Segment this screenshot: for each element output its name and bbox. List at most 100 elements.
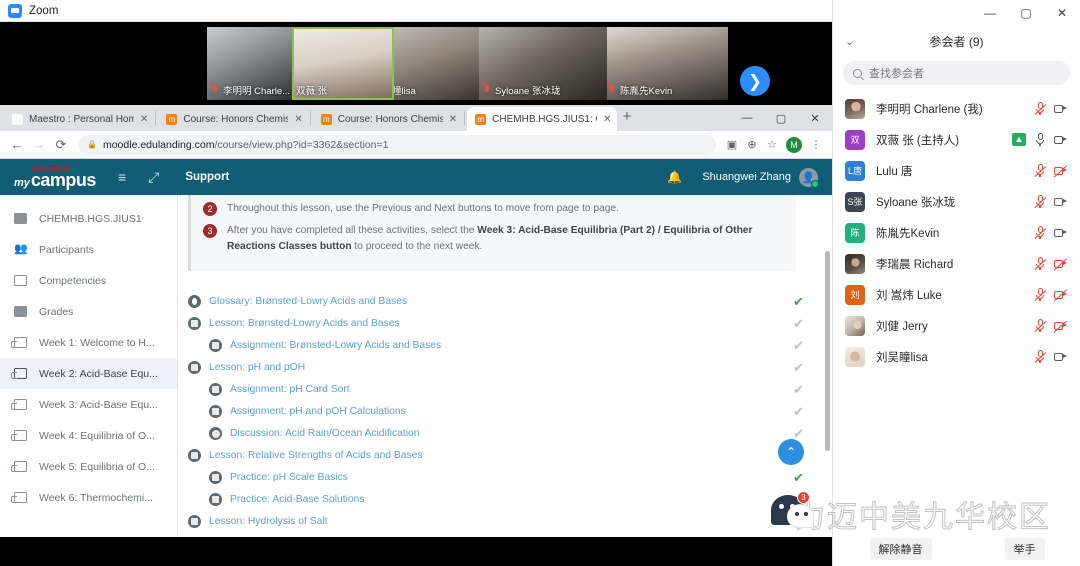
completed-check-icon[interactable]: ✔ [793, 471, 804, 484]
browser-maximize-button[interactable]: ▢ [764, 112, 798, 125]
panel-minimize-button[interactable]: — [972, 6, 1008, 20]
hamburger-menu-icon[interactable]: ≡ [118, 169, 126, 185]
browser-minimize-button[interactable]: — [730, 112, 764, 124]
activity-row[interactable]: Glossary: Brønsted-Lowry Acids and Bases… [188, 291, 804, 313]
expand-arrows-icon[interactable]: ⤢ [148, 169, 159, 186]
sidebar-item-competencies[interactable]: Competencies [0, 265, 177, 296]
new-tab-button[interactable]: + [623, 108, 632, 125]
activity-link[interactable]: Assignment: pH and pOH Calculations [230, 406, 406, 417]
participant-row[interactable]: 刘吴瞳lisa [833, 341, 1080, 372]
mic-muted-icon[interactable] [1034, 257, 1047, 270]
video-tile[interactable]: 李明明 Charle... [207, 27, 292, 100]
incomplete-check-icon[interactable]: ✔ [793, 427, 804, 440]
reload-icon[interactable]: ⟳ [50, 137, 72, 153]
activity-link[interactable]: Discussion: Acid Rain/Ocean Acidificatio… [230, 428, 419, 439]
sidebar-item-week-4-equilibria-of-o[interactable]: Week 4: Equilibria of O... [0, 420, 177, 451]
participant-row[interactable]: 双双薇 张 (主持人) [833, 124, 1080, 155]
incomplete-check-icon[interactable]: ✔ [793, 317, 804, 330]
activity-row[interactable]: Lesson: Brønsted-Lowry Acids and Bases ✔ [188, 313, 804, 335]
activity-row[interactable]: Lesson: Relative Strengths of Acids and … [188, 445, 804, 467]
camera-on-icon[interactable] [1054, 228, 1068, 238]
participant-row[interactable]: L唐 Lulu 唐 [833, 155, 1080, 186]
activity-link[interactable]: Assignment: Brønsted-Lowry Acids and Bas… [230, 340, 441, 351]
participant-row[interactable]: 刘健 Jerry [833, 310, 1080, 341]
gallery-next-page-button[interactable]: ❯ [740, 66, 770, 96]
mic-muted-icon[interactable] [1034, 288, 1047, 301]
raise-hand-button[interactable]: 举手 [1004, 538, 1045, 560]
camera-off-icon[interactable] [1053, 164, 1068, 178]
activity-row[interactable]: Lesson: Hydrolysis of Salt✔ [188, 511, 804, 533]
mic-muted-icon[interactable] [1034, 226, 1047, 239]
activity-row[interactable]: Practice: pH Scale Basics ✔ [188, 467, 804, 489]
activity-link[interactable]: Lesson: Relative Strengths of Acids and … [209, 450, 423, 461]
activity-row[interactable]: Assignment: Brønsted-Lowry Acids and Bas… [188, 335, 804, 357]
activity-link[interactable]: Practice: Acid-Base Solutions [230, 494, 365, 505]
incomplete-check-icon[interactable]: ✔ [793, 339, 804, 352]
user-avatar-icon[interactable]: 👤 [799, 167, 819, 188]
camera-on-icon[interactable] [1054, 197, 1068, 207]
sidebar-item-week-6-thermochemi[interactable]: Week 6: Thermochemi... [0, 482, 177, 513]
camera-off-icon[interactable] [1053, 288, 1068, 302]
camera-off-icon[interactable] [1053, 257, 1068, 271]
incomplete-check-icon[interactable]: ✔ [793, 383, 804, 396]
activity-row[interactable]: Assignment: pH and pOH Calculations ✔ [188, 401, 804, 423]
panel-maximize-button[interactable]: ▢ [1008, 6, 1044, 20]
browser-tab[interactable]: m Course: Honors Chemistry B (✕ [312, 107, 463, 131]
browser-close-button[interactable]: ✕ [798, 112, 832, 125]
sidebar-item-week-1-welcome-to-h[interactable]: Week 1: Welcome to H... [0, 327, 177, 358]
completed-check-icon[interactable]: ✔ [793, 295, 804, 308]
sidebar-item-week-2-acid-base-equ[interactable]: Week 2: Acid-Base Equ... [0, 358, 177, 389]
zoom-search-icon[interactable]: ⊕ [742, 138, 762, 151]
panel-close-button[interactable]: ✕ [1044, 6, 1080, 20]
star-icon[interactable]: ☆ [762, 138, 782, 151]
cast-icon[interactable]: ▣ [722, 138, 742, 151]
back-icon[interactable]: ← [6, 137, 28, 152]
activity-link[interactable]: Glossary: Brønsted-Lowry Acids and Bases [209, 296, 407, 307]
chevron-down-icon[interactable]: ⌄ [845, 35, 854, 48]
unmute-button[interactable]: 解除静音 [869, 538, 932, 560]
tab-close-icon[interactable]: ✕ [449, 114, 457, 125]
address-bar[interactable]: 🔒 moodle.edulanding.com/course/view.php?… [78, 134, 716, 155]
sidebar-item-week-3-acid-base-equ[interactable]: Week 3: Acid-Base Equ... [0, 389, 177, 420]
profile-avatar[interactable]: M [786, 136, 802, 153]
camera-on-icon[interactable] [1054, 135, 1068, 145]
forward-icon[interactable]: → [28, 137, 50, 152]
myvirtualcampus-logo[interactable]: my VIRTUAL campus [14, 164, 96, 189]
video-tile[interactable]: 陈胤先Kevin [604, 27, 728, 100]
participant-row[interactable]: 刘刘 嵩炜 Luke [833, 279, 1080, 310]
sidebar-item-participants[interactable]: 👥 Participants [0, 234, 177, 265]
notification-bell-icon[interactable]: 🔔 [667, 170, 682, 184]
participant-row[interactable]: 李明明 Charlene (我) [833, 93, 1080, 124]
tab-close-icon[interactable]: ✕ [294, 114, 302, 125]
incomplete-check-icon[interactable]: ✔ [793, 361, 804, 374]
sidebar-item-week-5-equilibria-of-o[interactable]: Week 5: Equilibria of O... [0, 451, 177, 482]
tab-close-icon[interactable]: ✕ [603, 114, 611, 125]
activity-link[interactable]: Assignment: pH Card Sort [230, 384, 350, 395]
mic-muted-icon[interactable] [1034, 195, 1047, 208]
camera-on-icon[interactable] [1054, 352, 1068, 362]
mic-muted-icon[interactable] [1034, 164, 1047, 177]
video-tile[interactable]: Syloane 张冰珑 [479, 27, 607, 100]
sidebar-item-chemhb-hgs-jius1[interactable]: CHEMHB.HGS.JIUS1 [0, 203, 177, 234]
video-tile[interactable]: 双薇 张 [292, 27, 394, 100]
activity-link[interactable]: Lesson: Brønsted-Lowry Acids and Bases [209, 318, 400, 329]
mic-muted-icon[interactable] [1034, 319, 1047, 332]
activity-link[interactable]: Practice: pH Scale Basics [230, 472, 348, 483]
tab-close-icon[interactable]: ✕ [140, 114, 148, 125]
support-link[interactable]: Support [185, 171, 229, 183]
participant-row[interactable]: 陈陈胤先Kevin [833, 217, 1080, 248]
mic-on-icon[interactable] [1035, 133, 1045, 146]
participant-row[interactable]: S张 Syloane 张冰珑 [833, 186, 1080, 217]
participant-row[interactable]: 李瑞晨 Richard [833, 248, 1080, 279]
incomplete-check-icon[interactable]: ✔ [793, 405, 804, 418]
moodle-user-name[interactable]: Shuangwei Zhang [702, 171, 791, 183]
browser-tab[interactable]: m CHEMHB.HGS.JIUS1: Glossary ✕ [467, 107, 617, 131]
browser-tab[interactable]: m Course: Honors Chemistry B (✕ [158, 107, 308, 131]
page-scrollbar[interactable] [825, 251, 830, 451]
activity-link[interactable]: Lesson: pH and pOH [209, 362, 305, 373]
sidebar-item-grades[interactable]: Grades [0, 296, 177, 327]
camera-off-icon[interactable] [1053, 319, 1068, 333]
activity-row[interactable]: Assignment: pH Card Sort ✔ [188, 379, 804, 401]
wechat-icon[interactable]: 3 [769, 491, 821, 535]
activity-row[interactable]: Discussion: Acid Rain/Ocean Acidificatio… [188, 423, 804, 445]
